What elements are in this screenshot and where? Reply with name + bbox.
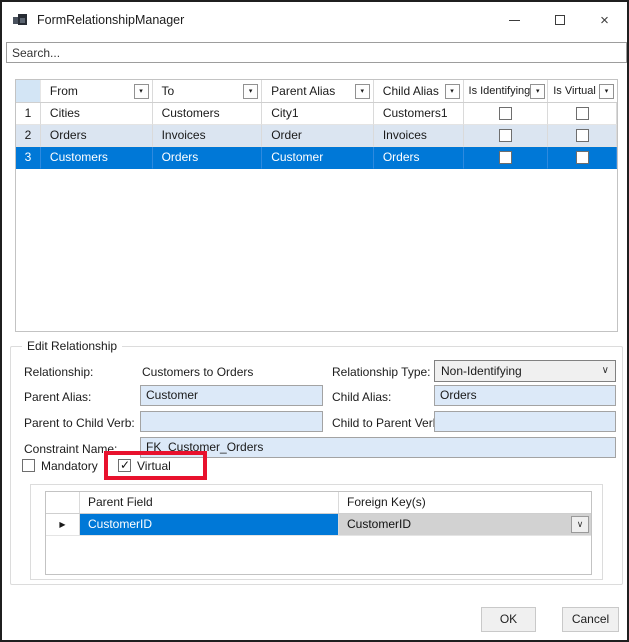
is-identifying-checkbox[interactable] xyxy=(499,151,512,164)
field-grid-corner-cell[interactable] xyxy=(46,492,80,513)
table-row[interactable]: 1 Cities Customers City1 Customers1 xyxy=(16,103,617,125)
table-row-selected[interactable]: 3 Customers Orders Customer Orders xyxy=(16,147,617,169)
chevron-down-icon: ▾ xyxy=(361,88,365,95)
title-bar: FormRelationshipManager × xyxy=(2,2,627,38)
column-header-parent-field[interactable]: Parent Field xyxy=(80,492,339,513)
window-controls: × xyxy=(492,2,627,38)
maximize-icon xyxy=(555,15,565,25)
relationship-label: Relationship: xyxy=(24,365,93,379)
child-to-parent-verb-label: Child to Parent Verb: xyxy=(332,416,443,430)
filter-dropdown-button[interactable]: ▾ xyxy=(134,84,149,99)
is-virtual-checkbox[interactable] xyxy=(576,129,589,142)
column-header-child-alias[interactable]: Child Alias ▾ xyxy=(374,80,464,102)
column-header-is-identifying[interactable]: Is Identifying ▾ xyxy=(464,80,549,102)
window-title: FormRelationshipManager xyxy=(37,13,184,27)
cancel-button[interactable]: Cancel xyxy=(562,607,619,632)
column-header-from[interactable]: From ▾ xyxy=(41,80,153,102)
chevron-down-icon: ▾ xyxy=(605,88,609,95)
is-virtual-checkbox[interactable] xyxy=(576,151,589,164)
field-grid-row[interactable]: ▶ CustomerID CustomerID ∨ xyxy=(46,514,591,536)
chevron-down-icon: ▾ xyxy=(139,88,143,95)
grid-header-row: From ▾ To ▾ Parent Alias ▾ Child Alias ▾… xyxy=(16,80,617,103)
filter-dropdown-button[interactable]: ▾ xyxy=(243,84,258,99)
maximize-button[interactable] xyxy=(537,2,582,38)
filter-dropdown-button[interactable]: ▾ xyxy=(530,84,545,99)
column-header-is-virtual[interactable]: Is Virtual ▾ xyxy=(548,80,617,102)
close-icon: × xyxy=(600,13,609,28)
mandatory-label: Mandatory xyxy=(41,459,98,473)
is-identifying-checkbox[interactable] xyxy=(499,129,512,142)
red-highlight-annotation xyxy=(104,451,207,480)
app-icon xyxy=(13,14,29,27)
parent-alias-field[interactable]: Customer xyxy=(140,385,323,406)
filter-dropdown-button[interactable]: ▾ xyxy=(355,84,370,99)
parent-to-child-verb-field[interactable] xyxy=(140,411,323,432)
chevron-down-icon: ▾ xyxy=(536,88,540,95)
child-alias-field[interactable]: Orders xyxy=(434,385,616,406)
column-header-foreign-keys[interactable]: Foreign Key(s) xyxy=(339,492,591,513)
chevron-down-icon: ∨ xyxy=(577,519,584,529)
ok-button[interactable]: OK xyxy=(481,607,536,632)
relationship-type-label: Relationship Type: xyxy=(332,365,431,379)
column-header-to[interactable]: To ▾ xyxy=(153,80,263,102)
search-input[interactable] xyxy=(6,42,627,63)
parent-to-child-verb-label: Parent to Child Verb: xyxy=(24,416,135,430)
row-header[interactable]: 2 xyxy=(16,125,41,147)
field-mapping-grid: Parent Field Foreign Key(s) ▶ CustomerID… xyxy=(45,491,592,575)
field-grid-header-row: Parent Field Foreign Key(s) xyxy=(46,492,591,514)
minimize-icon xyxy=(509,20,520,21)
current-row-indicator: ▶ xyxy=(46,514,80,535)
child-alias-label: Child Alias: xyxy=(332,390,391,404)
child-to-parent-verb-field[interactable] xyxy=(434,411,616,432)
column-header-parent-alias[interactable]: Parent Alias ▾ xyxy=(262,80,374,102)
foreign-key-dropdown-button[interactable]: ∨ xyxy=(571,516,589,533)
is-identifying-checkbox[interactable] xyxy=(499,107,512,120)
groupbox-label: Edit Relationship xyxy=(22,339,122,353)
relationship-type-select[interactable]: Non-Identifying ∨ xyxy=(434,360,616,382)
parent-alias-label: Parent Alias: xyxy=(24,390,91,404)
chevron-down-icon: ▾ xyxy=(450,88,454,95)
mandatory-checkbox[interactable] xyxy=(22,459,35,472)
close-button[interactable]: × xyxy=(582,2,627,38)
relationship-value: Customers to Orders xyxy=(142,365,253,379)
filter-dropdown-button[interactable]: ▾ xyxy=(445,84,460,99)
relationships-grid: From ▾ To ▾ Parent Alias ▾ Child Alias ▾… xyxy=(15,79,618,332)
parent-field-cell[interactable]: CustomerID xyxy=(80,514,339,535)
constraint-name-field[interactable]: FK_Customer_Orders xyxy=(140,437,616,458)
filter-dropdown-button[interactable]: ▾ xyxy=(599,84,614,99)
foreign-key-cell[interactable]: CustomerID ∨ xyxy=(339,514,591,535)
row-pointer-icon: ▶ xyxy=(59,520,65,529)
grid-corner-cell[interactable] xyxy=(16,80,41,102)
minimize-button[interactable] xyxy=(492,2,537,38)
table-row[interactable]: 2 Orders Invoices Order Invoices xyxy=(16,125,617,147)
row-header[interactable]: 1 xyxy=(16,103,41,125)
is-virtual-checkbox[interactable] xyxy=(576,107,589,120)
row-header[interactable]: 3 xyxy=(16,147,41,169)
chevron-down-icon: ∨ xyxy=(602,361,609,381)
chevron-down-icon: ▾ xyxy=(249,88,253,95)
form-relationship-manager-window: FormRelationshipManager × From ▾ To ▾ Pa… xyxy=(0,0,629,642)
